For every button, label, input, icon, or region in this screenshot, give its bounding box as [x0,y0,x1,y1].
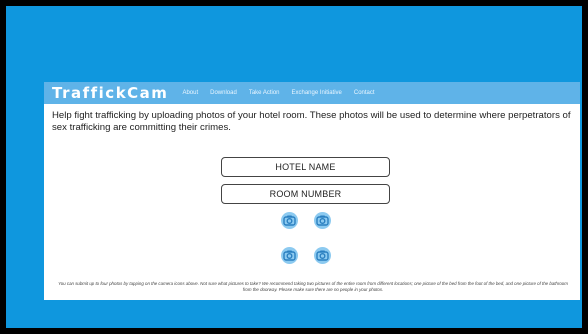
camera-icon[interactable] [281,247,298,264]
slide-background: TraffickCam About Download Take Action E… [6,6,582,328]
hotel-name-field[interactable]: HOTEL NAME [221,157,390,177]
instructions-footnote: You can submit up to four photos by tapp… [58,281,568,292]
nav-contact[interactable]: Contact [354,90,375,96]
nav-take-action[interactable]: Take Action [249,90,280,96]
room-number-field[interactable]: ROOM NUMBER [221,184,390,204]
camera-icon[interactable] [314,247,331,264]
nav-exchange-initiative[interactable]: Exchange Initiative [292,90,342,96]
nav-download[interactable]: Download [210,90,237,96]
nav-about[interactable]: About [182,90,198,96]
traffickcam-page: TraffickCam About Download Take Action E… [44,82,580,300]
intro-text: Help fight trafficking by uploading phot… [52,110,571,133]
camera-icon[interactable] [314,212,331,229]
brand-logo[interactable]: TraffickCam [52,84,168,102]
top-navbar: TraffickCam About Download Take Action E… [44,82,580,104]
camera-icon[interactable] [281,212,298,229]
